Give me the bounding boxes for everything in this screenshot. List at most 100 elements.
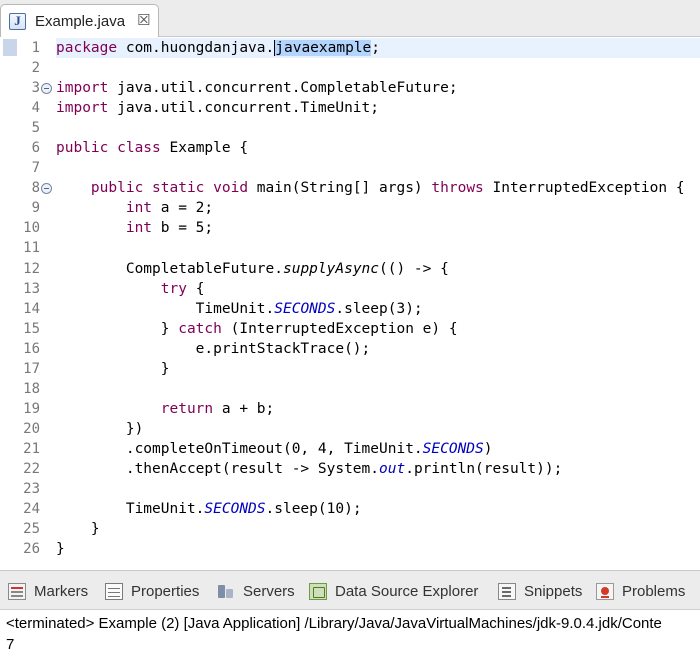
tab-data-source-explorer-label: Data Source Explorer xyxy=(335,582,479,600)
console-output: 7 xyxy=(6,636,15,653)
code-token: TimeUnit. xyxy=(56,300,275,317)
code-token: return xyxy=(160,400,222,417)
close-icon[interactable]: ☒ xyxy=(137,11,150,29)
properties-icon xyxy=(105,582,123,600)
line-number: 5 xyxy=(31,120,40,137)
snippets-icon xyxy=(498,582,516,600)
code-text[interactable]: package com.huongdanjava.javaexample; im… xyxy=(56,38,700,559)
code-line: import java.util.concurrent.TimeUnit; xyxy=(56,98,700,118)
code-token: com.huongdanjava. xyxy=(125,40,275,56)
code-line: package com.huongdanjava.javaexample; xyxy=(56,38,700,58)
code-token: } xyxy=(56,521,100,538)
code-token: .sleep(3); xyxy=(335,300,423,317)
code-token: InterruptedException { xyxy=(492,180,685,197)
code-token: (() -> { xyxy=(379,260,449,277)
code-token: .thenAccept(result -> System. xyxy=(56,460,380,477)
code-token: Example { xyxy=(169,140,249,157)
code-token: ) xyxy=(483,440,493,457)
tab-properties-label: Properties xyxy=(131,582,200,600)
code-token: int xyxy=(125,220,161,237)
tab-properties[interactable]: Properties xyxy=(105,571,199,611)
code-line: } xyxy=(56,539,700,559)
code-token: SECONDS xyxy=(204,501,266,518)
tab-snippets[interactable]: Snippets xyxy=(498,571,582,611)
tab-problems[interactable]: Problems xyxy=(596,571,685,611)
code-token: { xyxy=(195,280,205,297)
code-line: int a = 2; xyxy=(56,198,700,218)
views-tab-bar: Markers Properties Servers Data Source E… xyxy=(0,570,700,610)
code-line: try { xyxy=(56,279,700,299)
code-token: class xyxy=(117,140,170,157)
code-token: } xyxy=(56,541,65,558)
code-line: public class Example { xyxy=(56,138,700,158)
tab-markers[interactable]: Markers xyxy=(8,571,88,611)
code-token: public xyxy=(90,180,153,197)
code-line: .thenAccept(result -> System.out.println… xyxy=(56,459,700,479)
code-token: out xyxy=(379,460,406,477)
code-token: import xyxy=(56,100,118,117)
code-token: (InterruptedException e) { xyxy=(230,320,458,337)
data-source-explorer-icon xyxy=(309,582,327,600)
line-number: 11 xyxy=(23,240,40,257)
code-token: .println(result)); xyxy=(405,460,563,477)
code-token: a + b; xyxy=(221,400,275,417)
editor-tab-example-java[interactable]: J Example.java ☒ xyxy=(0,4,159,37)
code-token: void xyxy=(213,180,257,197)
line-number: 20 xyxy=(23,420,40,437)
line-number: 2 xyxy=(31,60,40,77)
line-number: 1 xyxy=(31,40,40,56)
code-token: } xyxy=(56,360,170,377)
fold-collapse-icon[interactable] xyxy=(41,183,52,195)
code-line: } xyxy=(56,359,700,379)
code-token: supplyAsync xyxy=(282,260,380,277)
line-number: 26 xyxy=(23,541,40,558)
line-number: 24 xyxy=(23,501,40,518)
code-editor[interactable]: 1 2 3 4 5 6 7 8 9 10 11 12 13 14 15 16 17 18 19 20 21 22 23 24 2… xyxy=(0,37,700,570)
code-token: e.printStackTrace(); xyxy=(56,340,371,357)
code-token: TimeUnit. xyxy=(56,501,205,518)
code-token: catch xyxy=(178,320,231,337)
tab-servers[interactable]: Servers xyxy=(217,571,295,611)
code-token: .completeOnTimeout(0, 4, TimeUnit. xyxy=(56,440,423,457)
line-number-gutter: 1 2 3 4 5 6 7 8 9 10 11 12 13 14 15 16 17 18 19 20 21 22 23 24 2… xyxy=(0,38,52,559)
line-number: 18 xyxy=(23,380,40,397)
tab-markers-label: Markers xyxy=(34,582,89,600)
code-token: } xyxy=(56,320,179,337)
code-line: } xyxy=(56,519,700,539)
line-number: 19 xyxy=(23,400,40,417)
line-number: 17 xyxy=(23,360,40,377)
line-number: 4 xyxy=(31,100,40,117)
code-token: SECONDS xyxy=(422,440,484,457)
code-line: import java.util.concurrent.CompletableF… xyxy=(56,78,700,98)
line-number: 22 xyxy=(23,460,40,477)
editor-tab-bar: J Example.java ☒ xyxy=(0,0,700,37)
tab-data-source-explorer[interactable]: Data Source Explorer xyxy=(309,571,478,611)
code-token: int xyxy=(125,200,161,217)
editor-tab-label: Example.java xyxy=(35,12,126,30)
code-token: public xyxy=(56,140,118,157)
code-token: }) xyxy=(56,420,144,437)
line-number: 10 xyxy=(23,220,40,237)
fold-collapse-icon[interactable] xyxy=(41,83,52,95)
code-line: TimeUnit.SECONDS.sleep(3); xyxy=(56,299,700,319)
code-line: .completeOnTimeout(0, 4, TimeUnit.SECOND… xyxy=(56,439,700,459)
console-view[interactable]: <terminated> Example (2) [Java Applicati… xyxy=(0,610,700,659)
line-number: 3 xyxy=(0,78,52,98)
code-token: throws xyxy=(431,180,493,197)
code-line: TimeUnit.SECONDS.sleep(10); xyxy=(56,499,700,519)
code-line: return a + b; xyxy=(56,399,700,419)
tab-snippets-label: Snippets xyxy=(524,582,583,600)
markers-icon xyxy=(8,582,26,600)
line-number: 25 xyxy=(23,521,40,538)
code-line: } catch (InterruptedException e) { xyxy=(56,319,700,339)
